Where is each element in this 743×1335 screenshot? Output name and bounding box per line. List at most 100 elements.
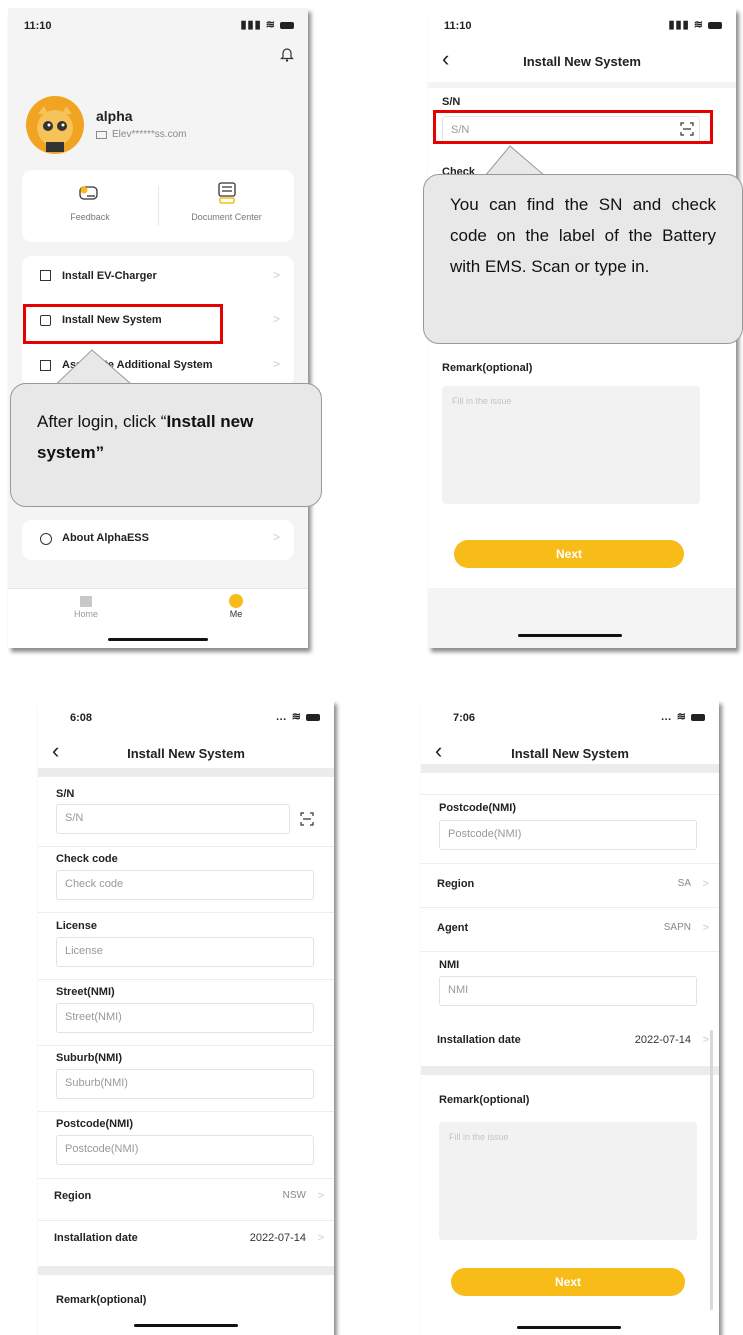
chevron-right-icon: > xyxy=(272,530,280,544)
menu-about-alphaess[interactable]: About AlphaESS xyxy=(62,532,149,544)
document-center-button[interactable]: Document Center xyxy=(159,170,294,242)
mail-icon xyxy=(96,131,107,139)
postcode-input[interactable]: Postcode(NMI) xyxy=(439,820,697,850)
scrollbar[interactable] xyxy=(710,1030,713,1310)
installation-date-label: Installation date xyxy=(54,1232,138,1244)
page-title: Install New System xyxy=(523,54,641,69)
phone-screen-install-form-bottom: 7:06 … ≋ ‹ Install New System Postcode(N… xyxy=(421,700,719,1335)
status-bar: 7:06 … ≋ xyxy=(421,700,719,734)
callout-sn-tip: You can find the SN and check code on th… xyxy=(423,174,743,344)
region-row[interactable]: Region SA > xyxy=(437,878,719,898)
divider xyxy=(38,846,334,847)
remark-textarea[interactable]: Fill in the issue xyxy=(439,1122,697,1240)
divider xyxy=(38,1045,334,1046)
region-row[interactable]: Region NSW > xyxy=(54,1190,334,1210)
avatar[interactable] xyxy=(26,96,84,154)
region-label: Region xyxy=(54,1190,92,1202)
postcode-label: Postcode(NMI) xyxy=(439,802,516,814)
chevron-right-icon: > xyxy=(317,1190,324,1202)
sn-label: S/N xyxy=(442,96,461,108)
section-band xyxy=(38,768,334,777)
sn-input[interactable]: S/N xyxy=(56,804,290,834)
status-bar: 11:10 ▮▮▮ ≋ xyxy=(428,8,736,42)
divider xyxy=(421,794,719,795)
document-center-label: Document Center xyxy=(191,212,262,222)
remark-textarea[interactable]: Fill in the issue xyxy=(442,386,700,504)
tab-me-label: Me xyxy=(229,609,243,619)
feedback-button[interactable]: Feedback xyxy=(22,170,158,242)
license-input[interactable]: License xyxy=(56,937,314,967)
tab-home[interactable]: Home xyxy=(66,596,106,619)
status-bar: 11:10 ▮▮▮ ≋ xyxy=(8,8,308,42)
nmi-label: NMI xyxy=(439,959,460,971)
divider xyxy=(38,979,334,980)
scan-icon[interactable] xyxy=(300,812,314,826)
chevron-right-icon: > xyxy=(272,357,280,371)
ev-charger-icon xyxy=(40,270,51,281)
page-title: Install New System xyxy=(511,746,629,761)
document-icon xyxy=(217,182,237,204)
region-label: Region xyxy=(437,878,475,890)
divider xyxy=(38,1220,334,1221)
tab-me[interactable]: Me xyxy=(216,594,256,619)
street-label: Street(NMI) xyxy=(56,986,115,998)
agent-label: Agent xyxy=(437,922,469,934)
home-icon xyxy=(80,596,92,607)
installation-date-row[interactable]: Installation date 2022-07-14 > xyxy=(437,1034,719,1054)
navbar: ‹ Install New System xyxy=(428,42,736,82)
status-time: 11:10 xyxy=(24,20,52,32)
region-value: NSW xyxy=(282,1190,306,1201)
chevron-right-icon: > xyxy=(272,268,280,282)
signal-wifi-battery-icon: … ≋ xyxy=(276,710,320,723)
status-bar: 6:08 … ≋ xyxy=(38,700,334,734)
highlight-install-new-system xyxy=(23,304,223,344)
divider xyxy=(421,951,719,952)
section-band xyxy=(421,1066,719,1075)
me-icon xyxy=(229,594,243,608)
chevron-right-icon: > xyxy=(702,878,709,890)
suburb-input[interactable]: Suburb(NMI) xyxy=(56,1069,314,1099)
region-value: SA xyxy=(677,878,691,889)
user-name: alpha xyxy=(96,108,133,124)
home-indicator xyxy=(517,1326,621,1329)
installation-date-value: 2022-07-14 xyxy=(249,1232,306,1244)
feedback-label: Feedback xyxy=(70,212,110,222)
feedback-icon xyxy=(79,184,101,204)
quick-card: Feedback Document Center xyxy=(22,170,294,242)
divider xyxy=(38,912,334,913)
installation-date-label: Installation date xyxy=(437,1034,521,1046)
page-title: Install New System xyxy=(127,746,245,761)
home-indicator xyxy=(134,1324,238,1327)
sn-label: S/N xyxy=(56,788,75,800)
postcode-label: Postcode(NMI) xyxy=(56,1118,133,1130)
highlight-sn-input xyxy=(433,110,713,144)
agent-row[interactable]: Agent SAPN > xyxy=(437,922,719,942)
divider xyxy=(421,863,719,864)
next-button[interactable]: Next xyxy=(451,1268,685,1296)
divider xyxy=(38,1111,334,1112)
bell-icon[interactable] xyxy=(280,46,294,62)
callout-sn-text: You can find the SN and check code on th… xyxy=(450,195,716,276)
suburb-label: Suburb(NMI) xyxy=(56,1052,122,1064)
user-email: Elev******ss.com xyxy=(112,129,187,140)
chevron-right-icon: > xyxy=(317,1232,324,1244)
chevron-right-icon: > xyxy=(702,1034,709,1046)
signal-wifi-battery-icon: ▮▮▮ ≋ xyxy=(669,18,722,31)
divider xyxy=(38,1178,334,1179)
section-band xyxy=(421,764,719,773)
status-time: 6:08 xyxy=(70,712,93,724)
street-input[interactable]: Street(NMI) xyxy=(56,1003,314,1033)
nmi-input[interactable]: NMI xyxy=(439,976,697,1006)
next-button[interactable]: Next xyxy=(454,540,684,568)
postcode-input[interactable]: Postcode(NMI) xyxy=(56,1135,314,1165)
menu-install-ev-charger[interactable]: Install EV-Charger xyxy=(62,270,157,282)
status-time: 11:10 xyxy=(444,20,472,32)
callout-text-a: After login, click “ xyxy=(37,412,167,431)
signal-wifi-battery-icon: ▮▮▮ ≋ xyxy=(241,18,294,31)
check-code-input[interactable]: Check code xyxy=(56,870,314,900)
installation-date-row[interactable]: Installation date 2022-07-14 > xyxy=(54,1232,334,1252)
remark-label: Remark(optional) xyxy=(56,1294,147,1306)
home-indicator xyxy=(518,634,622,637)
section-band xyxy=(38,1266,334,1275)
check-code-label: Check code xyxy=(56,853,118,865)
